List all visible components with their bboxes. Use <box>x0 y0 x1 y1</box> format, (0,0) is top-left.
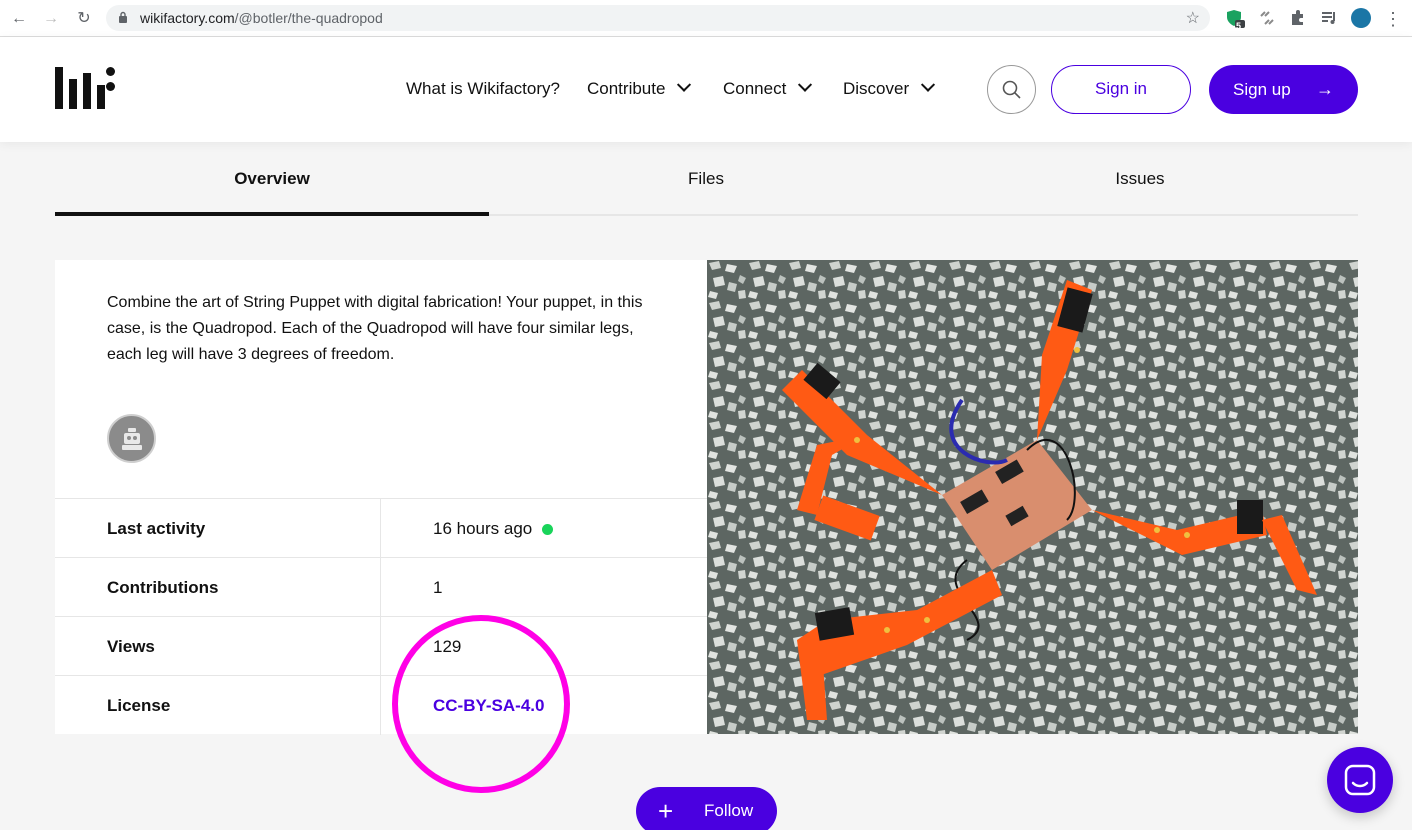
back-icon[interactable]: ← <box>9 9 29 29</box>
address-bar[interactable]: wikifactory.com/@botler/the-quadropod ☆ <box>106 5 1210 31</box>
robot-icon <box>122 428 142 450</box>
project-photo[interactable] <box>707 260 1358 734</box>
nav-discover[interactable]: Discover <box>843 77 936 99</box>
stat-row-last-activity: Last activity 16 hours ago <box>55 498 707 558</box>
stat-row-contributions: Contributions 1 <box>55 557 707 617</box>
follow-label: Follow <box>704 801 754 820</box>
nav-label: What is Wikifactory? <box>406 79 560 98</box>
owner-avatar[interactable] <box>107 414 156 463</box>
stat-row-license: License CC-BY-SA-4.0 <box>55 675 707 735</box>
shield-extension-icon[interactable] <box>1225 8 1245 28</box>
stat-value: 1 <box>433 578 443 597</box>
forward-icon[interactable]: → <box>41 9 61 29</box>
url-text: wikifactory.com/@botler/the-quadropod <box>140 10 383 26</box>
chevron-down-icon <box>921 77 936 92</box>
follow-button[interactable]: + Follow <box>636 787 777 830</box>
project-tabs: Overview Files Issues <box>55 142 1358 216</box>
tab-overview[interactable]: Overview <box>55 142 489 216</box>
extension-badge: 5 <box>1236 21 1242 31</box>
project-description: Combine the art of String Puppet with di… <box>107 294 643 363</box>
activity-status-dot <box>542 523 554 535</box>
search-icon <box>1002 80 1021 99</box>
media-queue-icon[interactable] <box>1319 8 1339 28</box>
license-link[interactable]: CC-BY-SA-4.0 <box>433 696 544 716</box>
reload-icon[interactable]: ↻ <box>74 9 94 29</box>
bookmark-star-icon[interactable]: ☆ <box>1186 8 1200 28</box>
project-info-card: Combine the art of String Puppet with di… <box>55 260 707 735</box>
quadropod-robot-image <box>707 260 1358 734</box>
stat-value: 16 hours ago <box>433 519 554 539</box>
nav-label: Contribute <box>587 79 666 98</box>
sign-up-button[interactable]: Sign up → <box>1209 65 1358 114</box>
lock-icon <box>119 11 127 23</box>
stat-label: Views <box>107 637 155 656</box>
browser-toolbar: ← → ↻ wikifactory.com/@botler/the-quadro… <box>0 0 1412 37</box>
nav-what-is-wikifactory[interactable]: What is Wikifactory? <box>406 79 560 99</box>
puzzle-extensions-icon[interactable] <box>1288 8 1308 28</box>
arrow-right-icon: → <box>1316 79 1334 99</box>
nav-label: Connect <box>723 79 787 98</box>
nav-label: Discover <box>843 79 910 98</box>
nav-connect[interactable]: Connect <box>723 77 813 99</box>
chevron-down-icon <box>677 77 692 92</box>
chevron-down-icon <box>798 77 813 92</box>
browser-menu-icon[interactable]: ⋮ <box>1383 9 1403 29</box>
sign-in-button[interactable]: Sign in <box>1051 65 1191 114</box>
stat-value: 129 <box>433 637 462 656</box>
chat-icon <box>1344 764 1376 796</box>
nav-contribute[interactable]: Contribute <box>587 77 692 99</box>
sign-up-label: Sign up <box>1233 80 1291 99</box>
last-activity-value: 16 hours ago <box>433 519 533 538</box>
stat-label: Contributions <box>107 578 219 597</box>
chat-launcher-button[interactable] <box>1327 747 1393 813</box>
stat-label: License <box>107 696 171 715</box>
plus-icon: + <box>658 796 674 826</box>
site-header: What is Wikifactory? Contribute Connect … <box>0 37 1412 142</box>
stat-row-views: Views 129 <box>55 616 707 676</box>
tab-files[interactable]: Files <box>489 142 923 216</box>
project-stats-table: Last activity 16 hours ago Contributions… <box>55 498 707 735</box>
tab-issues[interactable]: Issues <box>923 142 1357 216</box>
stat-label: Last activity <box>107 519 206 538</box>
profile-avatar[interactable] <box>1351 8 1371 28</box>
wikifactory-logo[interactable] <box>55 67 117 109</box>
search-button[interactable] <box>987 65 1036 114</box>
link-extension-icon[interactable] <box>1257 8 1277 28</box>
